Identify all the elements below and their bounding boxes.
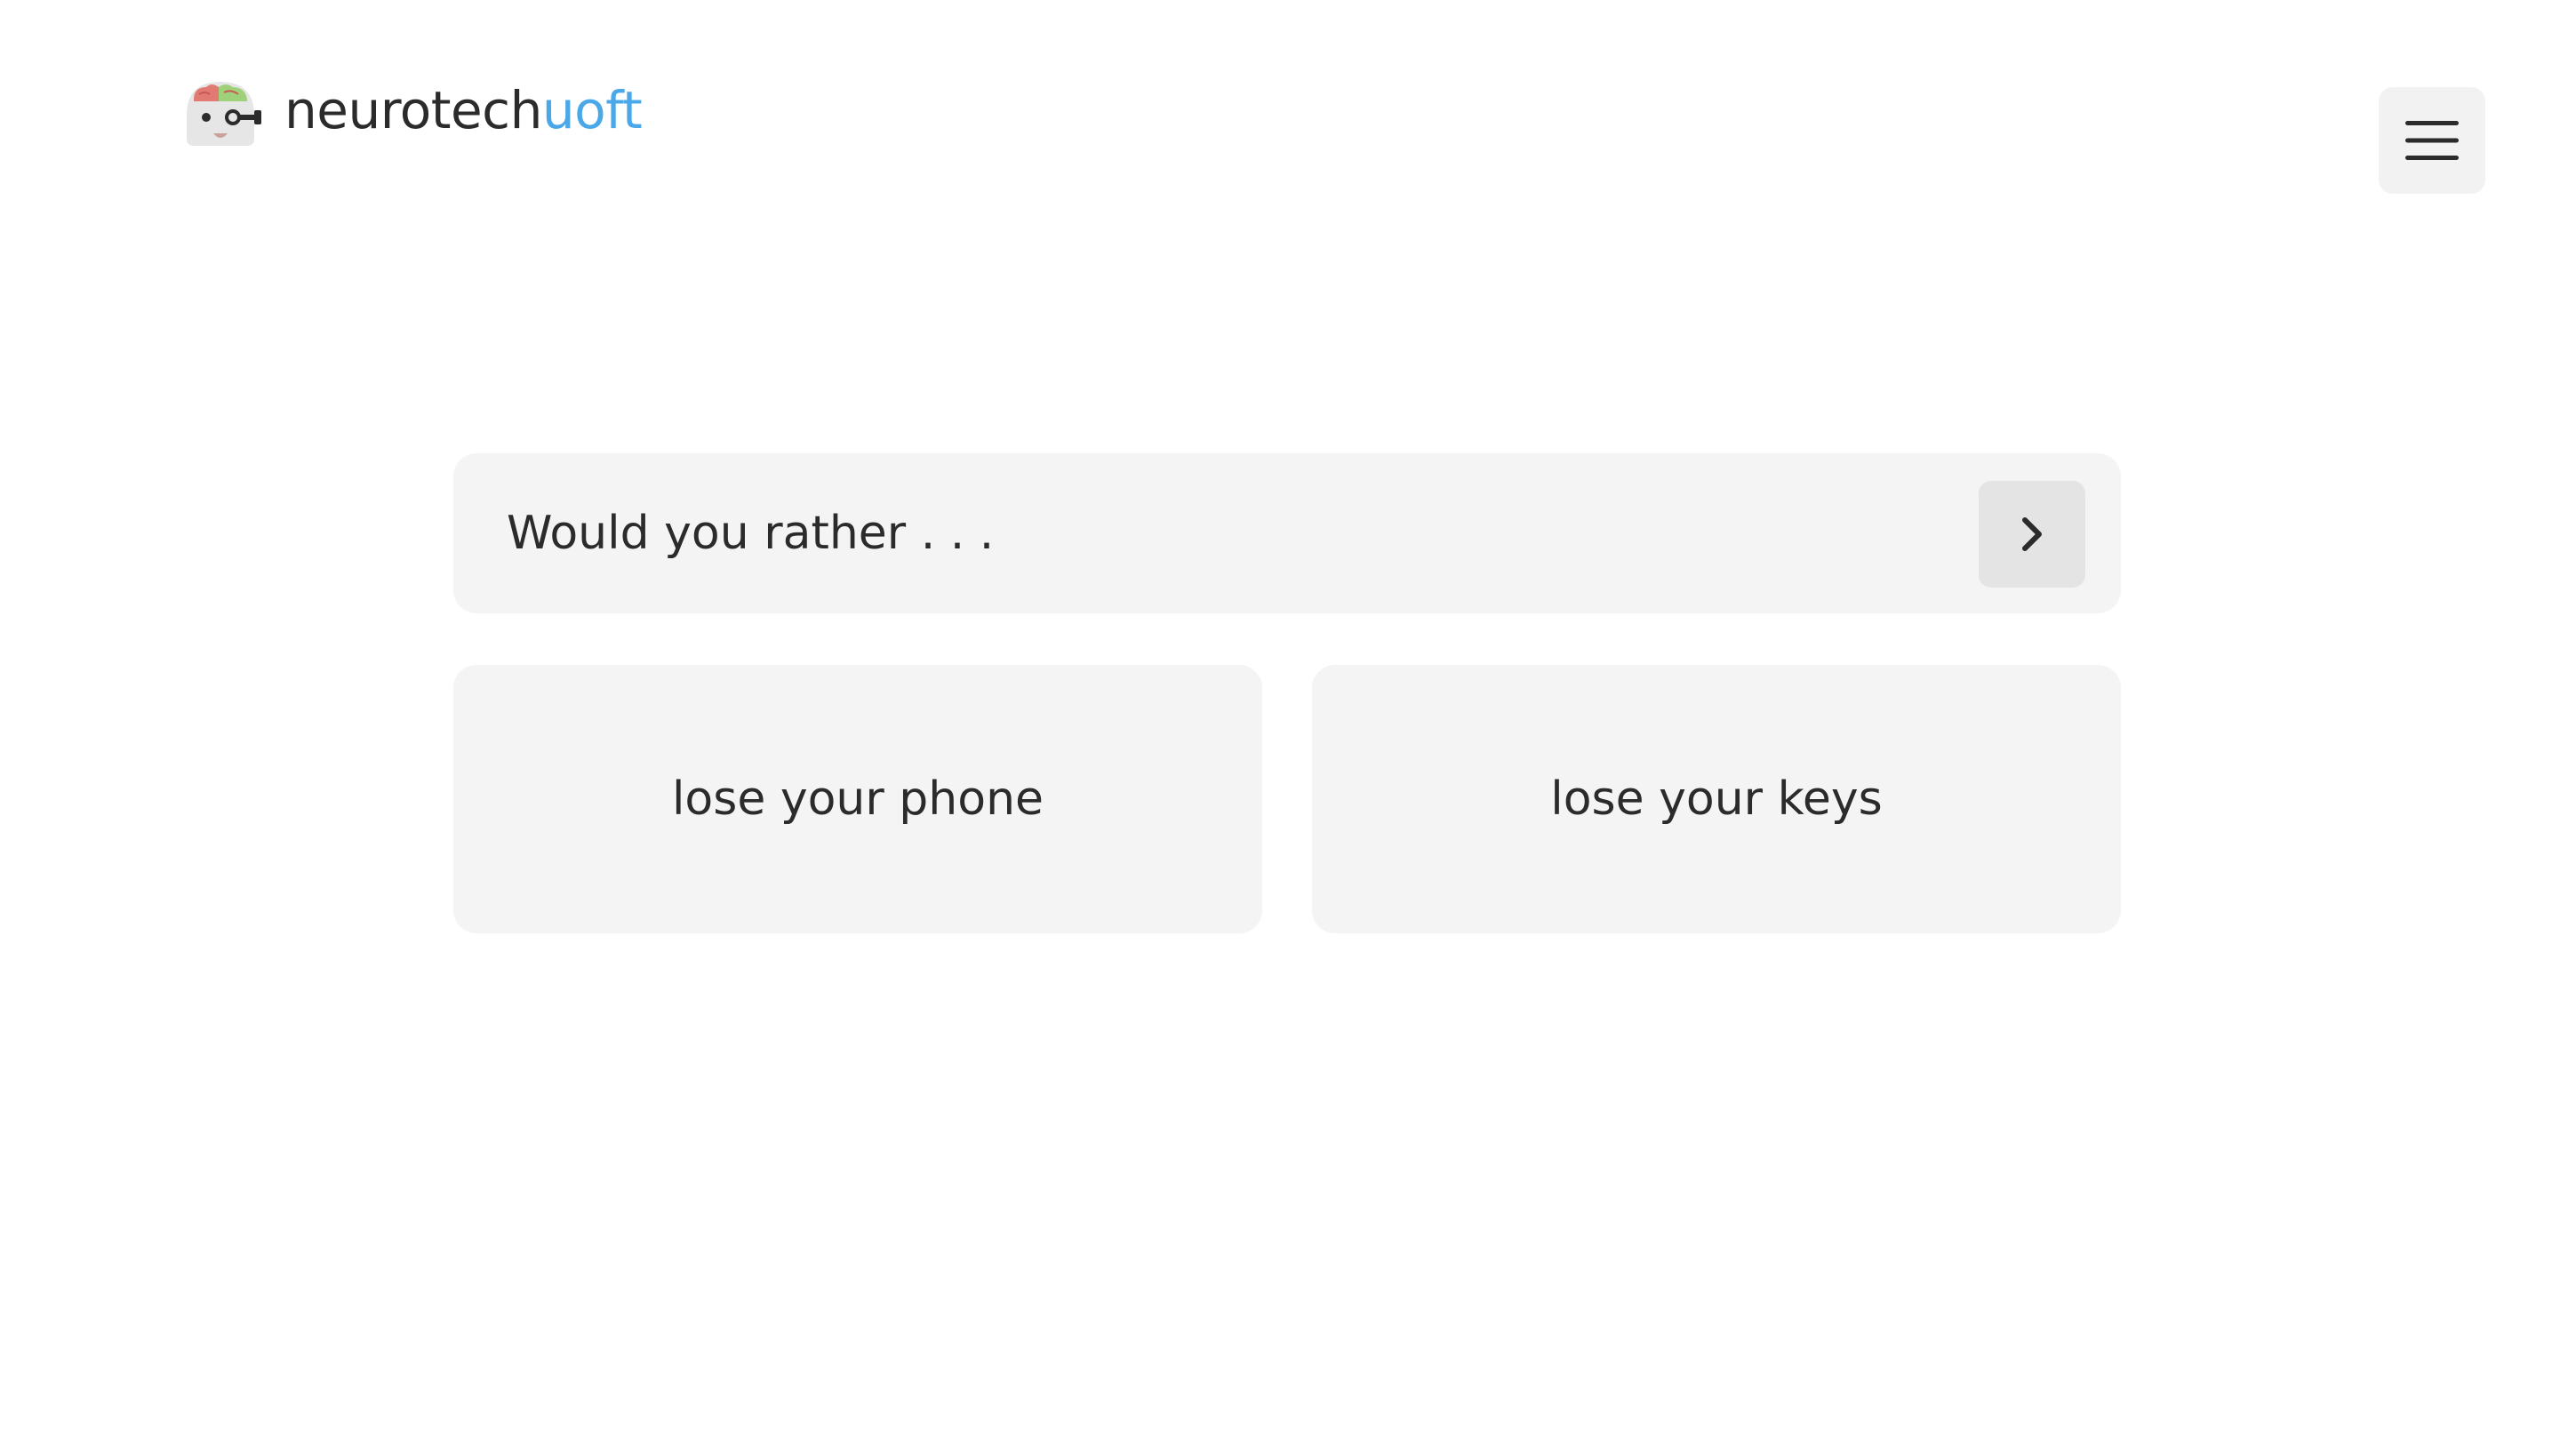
brand-name: neurotechuoft [284, 84, 643, 136]
chevron-right-icon [2022, 517, 2042, 551]
next-question-button[interactable] [1979, 481, 2085, 588]
hamburger-menu-icon [2405, 121, 2459, 160]
question-prompt: Would you rather . . . [507, 507, 995, 560]
home-logo-link[interactable]: neurotechuoft [181, 75, 643, 146]
brand-name-accent: uoft [541, 80, 643, 140]
option-label: lose your phone [671, 772, 1044, 826]
menu-button[interactable] [2379, 87, 2485, 194]
brand-name-primary: neurotech [284, 80, 542, 140]
option-label: lose your keys [1550, 772, 1883, 826]
option-card-1[interactable]: lose your phone [453, 665, 1262, 933]
question-bar: Would you rather . . . [453, 453, 2121, 613]
page: neurotechuoft Would you rather . . . los… [0, 0, 2560, 1456]
option-card-2[interactable]: lose your keys [1312, 665, 2121, 933]
brain-mascot-icon [187, 82, 261, 146]
